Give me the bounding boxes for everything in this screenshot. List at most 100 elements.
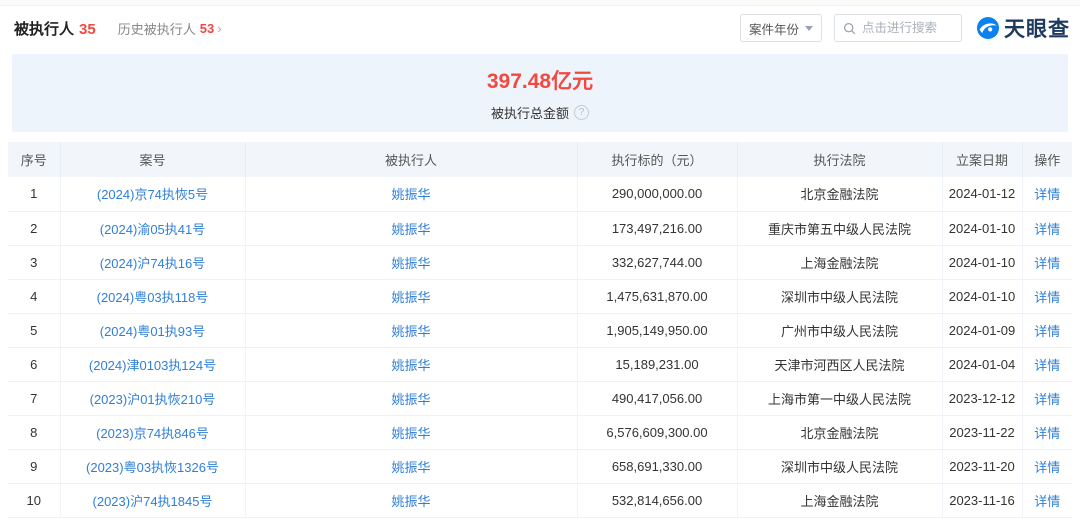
executed-person-link[interactable]: 姚振华 [391,222,430,237]
cell-index: 4 [8,279,61,314]
column-header-5: 立案日期 [942,142,1023,177]
tianyancha-logo[interactable]: 天眼查 [976,13,1070,43]
detail-link[interactable]: 详情 [1034,392,1060,407]
cell-index: 2 [8,211,61,246]
table-header-row: 序号 案号 被执行人 执行标的（元） 执行法院 立案日期 操作 [8,142,1072,177]
case-number-link[interactable]: (2023)粤03执恢1326号 [86,460,219,475]
column-header-2: 被执行人 [245,142,578,177]
cell-index: 5 [8,313,61,348]
executed-persons-table: 序号 案号 被执行人 执行标的（元） 执行法院 立案日期 操作 1 (2024)京74执恢5号… [8,142,1072,518]
cell-index: 3 [8,245,61,280]
cell-court: 北京金融法院 [737,415,943,450]
cell-filing-date: 2024-01-12 [942,177,1023,212]
tab-history-executed[interactable]: 历史被执行人 53 › [118,19,222,38]
tianyancha-logo-icon [977,17,999,39]
column-header-1: 案号 [60,142,246,177]
cell-filing-date: 2023-11-20 [942,449,1023,484]
cell-target-amount: 6,576,609,300.00 [577,415,738,450]
detail-link[interactable]: 详情 [1034,460,1060,475]
detail-link[interactable]: 详情 [1034,358,1060,373]
detail-link[interactable]: 详情 [1034,222,1060,237]
cell-index: 6 [8,347,61,382]
executed-person-link[interactable]: 姚振华 [391,392,430,407]
tab-history-count: 53 [199,20,215,36]
table-row: 2 (2024)渝05执41号 姚振华 173,497,216.00 重庆市第五中级人民… [8,211,1072,246]
cell-target-amount: 173,497,216.00 [577,211,738,246]
case-number-link[interactable]: (2024)津0103执124号 [89,358,216,373]
search-input[interactable] [862,21,952,35]
table-row: 4 (2024)粤03执118号 姚振华 1,475,631,870.00 深圳市中级人… [8,279,1072,314]
case-number-link[interactable]: (2023)京74执846号 [96,426,209,441]
case-number-link[interactable]: (2023)沪74执1845号 [93,494,213,509]
cell-filing-date: 2023-12-12 [942,381,1023,416]
detail-link[interactable]: 详情 [1034,256,1060,271]
executed-person-link[interactable]: 姚振华 [391,358,430,373]
cell-index: 1 [8,177,61,212]
case-number-link[interactable]: (2024)粤03执118号 [97,290,209,305]
detail-link[interactable]: 详情 [1034,324,1060,339]
detail-link[interactable]: 详情 [1034,494,1060,509]
cell-court: 北京金融法院 [737,177,943,212]
case-number-link[interactable]: (2023)沪01执恢210号 [90,392,216,407]
table-row: 5 (2024)粤01执93号 姚振华 1,905,149,950.00 广州市中级人民… [8,313,1072,348]
executed-person-link[interactable]: 姚振华 [391,324,430,339]
case-number-link[interactable]: (2024)渝05执41号 [100,222,206,237]
case-year-dropdown[interactable]: 案件年份 [740,14,822,42]
column-header-6: 操作 [1022,142,1072,177]
cell-target-amount: 532,814,656.00 [577,483,738,518]
executed-person-link[interactable]: 姚振华 [391,460,430,475]
search-icon [843,22,856,34]
tab-current-executed[interactable]: 被执行人 35 [14,18,96,39]
case-number-link[interactable]: (2024)京74执恢5号 [97,187,208,202]
executed-person-link[interactable]: 姚振华 [391,187,430,202]
total-amount-label: 被执行总金额 [490,105,569,121]
search-box[interactable] [834,14,962,42]
detail-link[interactable]: 详情 [1034,290,1060,305]
executed-person-link[interactable]: 姚振华 [391,494,430,509]
cell-target-amount: 15,189,231.00 [577,347,738,382]
cell-target-amount: 1,905,149,950.00 [577,313,738,348]
case-number-link[interactable]: (2024)粤01执93号 [100,324,206,339]
cell-court: 上海金融法院 [737,245,943,280]
cell-index: 9 [8,449,61,484]
section-header: 被执行人35 历史被执行人 53 › 案件年份 天眼查 [0,6,1080,50]
chevron-right-icon: › [217,20,222,36]
cell-court: 重庆市第五中级人民法院 [737,211,943,246]
tab-current-count: 35 [79,20,96,38]
table-row: 10 (2023)沪74执1845号 姚振华 532,814,656.00 上海金融法院… [8,483,1072,518]
tab-current-label: 被执行人 [14,20,75,38]
cell-court: 广州市中级人民法院 [737,313,943,348]
executed-person-link[interactable]: 姚振华 [391,256,430,271]
table-row: 1 (2024)京74执恢5号 姚振华 290,000,000.00 北京金融法院 202… [8,177,1072,212]
executed-person-link[interactable]: 姚振华 [391,290,430,305]
executed-person-link[interactable]: 姚振华 [391,426,430,441]
cell-court: 上海金融法院 [737,483,943,518]
cell-filing-date: 2023-11-16 [942,483,1023,518]
cell-filing-date: 2024-01-10 [942,245,1023,280]
column-header-4: 执行法院 [737,142,943,177]
cell-filing-date: 2024-01-09 [942,313,1023,348]
cell-filing-date: 2024-01-10 [942,279,1023,314]
cell-target-amount: 332,627,744.00 [577,245,738,280]
tab-history-label: 历史被执行人 [117,21,196,37]
cell-target-amount: 490,417,056.00 [577,381,738,416]
cell-target-amount: 658,691,330.00 [577,449,738,484]
cell-filing-date: 2024-01-04 [942,347,1023,382]
table-body: 1 (2024)京74执恢5号 姚振华 290,000,000.00 北京金融法院 202… [8,177,1072,518]
cell-court: 深圳市中级人民法院 [737,279,943,314]
chevron-down-icon [805,25,813,31]
detail-link[interactable]: 详情 [1034,426,1060,441]
case-number-link[interactable]: (2024)沪74执16号 [100,256,206,271]
table-row: 3 (2024)沪74执16号 姚振华 332,627,744.00 上海金融法院 202… [8,245,1072,280]
cell-target-amount: 1,475,631,870.00 [577,279,738,314]
table-row: 8 (2023)京74执846号 姚振华 6,576,609,300.00 北京金融法院… [8,415,1072,450]
cell-filing-date: 2024-01-10 [942,211,1023,246]
help-question-icon[interactable]: ? [574,104,589,120]
cell-index: 7 [8,381,61,416]
cell-court: 上海市第一中级人民法院 [737,381,943,416]
detail-link[interactable]: 详情 [1034,187,1060,202]
cell-court: 深圳市中级人民法院 [737,449,943,484]
cell-index: 8 [8,415,61,450]
table-row: 6 (2024)津0103执124号 姚振华 15,189,231.00 天津市河西区人… [8,347,1072,382]
column-header-0: 序号 [8,142,61,177]
